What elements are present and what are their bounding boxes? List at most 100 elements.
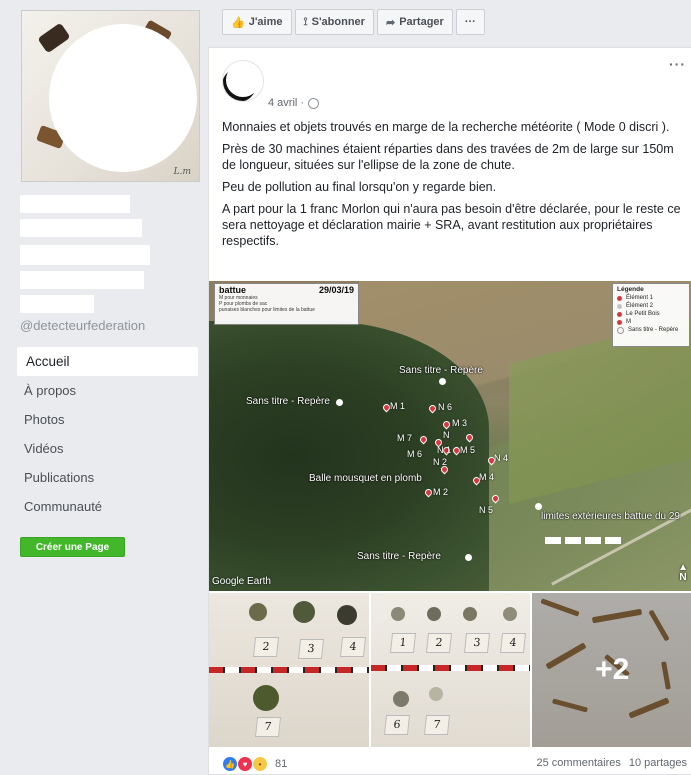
reactions-count: 81	[275, 758, 288, 770]
like-label: J'aime	[248, 16, 283, 28]
map-subtitle: punaises blanches pour limites de la bat…	[219, 307, 315, 313]
nav-item-photos[interactable]: Photos	[17, 405, 198, 434]
number-tag: 6	[383, 715, 410, 735]
nav-item-publications[interactable]: Publications	[17, 463, 198, 492]
marker-label: N	[443, 430, 450, 440]
north-label: N	[679, 572, 687, 583]
like-reaction-icon: 👍	[222, 756, 238, 772]
marker-label: N 2	[433, 457, 448, 467]
post-paragraph: Peu de pollution au final lorsqu'on y re…	[222, 180, 497, 194]
coin-image	[337, 605, 357, 625]
legend-label: Élément 1	[626, 295, 654, 301]
number-tag: 4	[339, 637, 367, 657]
nav-item-videos[interactable]: Vidéos	[17, 434, 198, 463]
moon-icon	[226, 63, 260, 97]
marker-label: N 1	[437, 445, 452, 455]
reactions-summary[interactable]: 👍 ♥ • 81	[222, 756, 287, 772]
coin-image	[293, 601, 315, 623]
legend-label: Sans titre - Repère	[628, 327, 679, 333]
legend-title: Légende	[617, 286, 644, 293]
limit-markers	[545, 537, 621, 544]
redacted-name	[20, 195, 130, 213]
legend-item: Élément 1	[617, 294, 685, 302]
road-line	[551, 479, 691, 586]
post-map-image[interactable]: battue 29/03/19 M pour monnaies P pour p…	[209, 281, 691, 591]
signature: L.m	[173, 167, 191, 177]
profile-picture[interactable]: L.m	[21, 10, 200, 182]
page-handle[interactable]: @detecteurfederation	[20, 318, 145, 333]
map-label: limites extérieures battue du 29	[541, 511, 680, 522]
shares-count[interactable]: 10 partages	[629, 757, 687, 769]
subscribe-button[interactable]: ⟟ S'abonner	[294, 9, 374, 35]
create-page-button[interactable]: Créer une Page	[20, 537, 125, 557]
marker-icon	[617, 319, 622, 325]
pin-icon	[617, 311, 622, 317]
coin-image	[502, 607, 517, 621]
coin-image	[249, 603, 267, 621]
marker-label: M 2	[433, 487, 449, 497]
post-timestamp[interactable]: 4 avril ·	[268, 97, 320, 109]
marker-label: M 6	[407, 449, 423, 459]
post-body: Monnaies et objets trouvés en marge de l…	[222, 119, 684, 255]
legend-label: M	[626, 319, 631, 325]
post-paragraph: Monnaies et objets trouvés en marge de l…	[222, 120, 670, 134]
post-paragraph: A part pour la 1 franc Morlon qui n'aura…	[222, 202, 681, 248]
legend-item: M	[617, 318, 685, 326]
map-marker-white	[535, 503, 542, 510]
nav-item-a-propos[interactable]: À propos	[17, 376, 198, 405]
map-label: Sans titre - Repère	[246, 396, 330, 407]
love-reaction-icon: ♥	[237, 756, 253, 772]
redacted-name	[20, 219, 142, 237]
scale-bar	[370, 665, 531, 671]
map-marker-white	[439, 378, 446, 385]
legend-item: Le Petit Bois	[617, 310, 685, 318]
post-author-avatar[interactable]	[222, 60, 264, 102]
coin-image	[428, 687, 443, 701]
map-title: battue	[219, 285, 246, 295]
legend-label: Le Petit Bois	[626, 311, 660, 317]
legend-label: Élément 2	[626, 303, 654, 309]
share-page-button[interactable]: ➦ Partager	[376, 9, 453, 35]
marker-label: M 7	[397, 433, 413, 443]
share-arrow-icon: ➦	[385, 16, 396, 29]
google-earth-logo: Google Earth	[212, 576, 271, 587]
post-date: 4 avril ·	[268, 97, 305, 109]
photo-grid: 2 3 4 7 1 2 3 4 6 7 +2	[209, 593, 691, 747]
photo-thumbnail-more[interactable]: +2	[532, 593, 691, 747]
marker-icon	[617, 303, 622, 309]
more-label: ···	[464, 16, 476, 28]
marker-label: N 5	[479, 505, 494, 515]
globe-icon	[308, 97, 320, 109]
like-page-button[interactable]: 👍 J'aime	[222, 9, 292, 35]
post-card: 4 avril · ··· Monnaies et objets trouvés…	[208, 47, 691, 775]
nav-item-communaute[interactable]: Communauté	[17, 492, 198, 521]
photo-thumbnail[interactable]: 1 2 3 4 6 7	[370, 593, 531, 747]
number-tag: 7	[254, 717, 282, 737]
marker-label: M 5	[460, 445, 476, 455]
marker-label: N 4	[494, 453, 509, 463]
coin-image	[462, 607, 477, 621]
map-label: Sans titre - Repère	[357, 551, 441, 562]
more-photos-overlay[interactable]: +2	[532, 593, 691, 747]
photo-thumbnail[interactable]: 2 3 4 7	[209, 593, 369, 747]
rss-icon: ⟟	[303, 15, 308, 28]
page-action-bar: 👍 J'aime ⟟ S'abonner ➦ Partager ···	[222, 9, 485, 35]
coin-image	[426, 607, 441, 621]
legend-item: Élément 2	[617, 302, 685, 310]
map-marker	[490, 493, 501, 504]
share-label: Partager	[399, 16, 444, 28]
nav-item-accueil[interactable]: Accueil	[17, 347, 198, 376]
map-marker-white	[336, 399, 343, 406]
north-arrow-icon: ▲ N	[678, 562, 688, 583]
number-tag: 3	[463, 633, 490, 653]
coin-image	[253, 685, 279, 711]
artifact-image	[37, 22, 71, 54]
number-tag: 4	[499, 633, 526, 653]
more-options-button[interactable]: ···	[455, 9, 485, 35]
post-options-button[interactable]: ···	[669, 56, 686, 72]
comments-count[interactable]: 25 commentaires	[537, 757, 621, 769]
number-tag: 1	[389, 633, 416, 653]
marker-icon	[617, 326, 624, 334]
post-paragraph: Près de 30 machines étaient réparties da…	[222, 142, 674, 172]
map-legend: Légende Élément 1 Élément 2 Le Petit Boi…	[612, 283, 690, 347]
